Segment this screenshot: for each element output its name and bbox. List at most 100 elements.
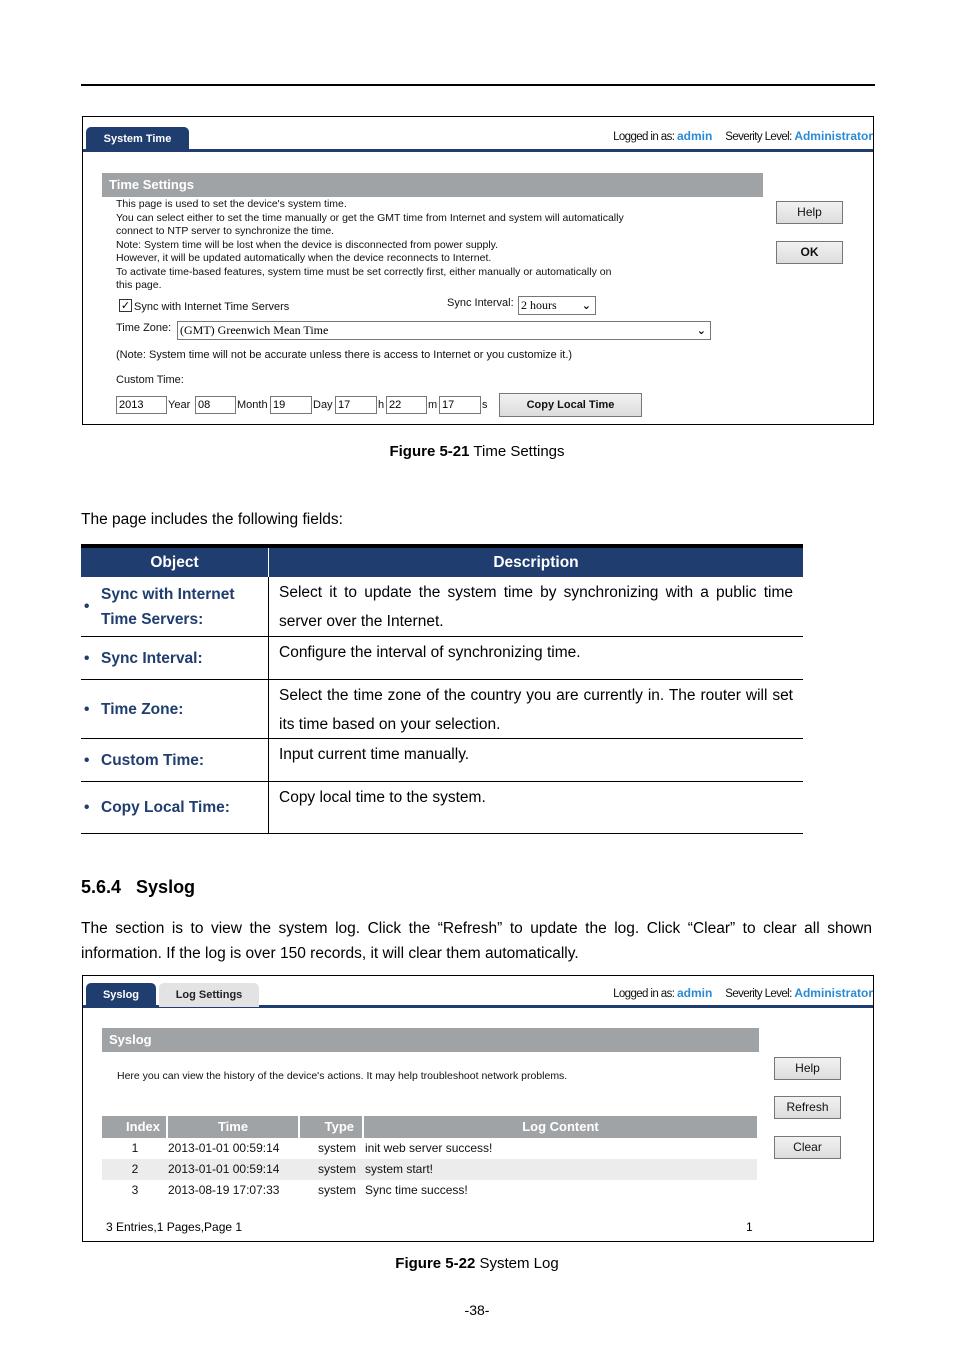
severity-label: Severity Level:	[725, 131, 792, 143]
object-label: Sync Interval:	[101, 649, 203, 667]
section-heading: 5.6.4 Syslog	[81, 877, 196, 897]
intro-line: this page.	[116, 279, 162, 291]
bullet-icon: •	[84, 598, 90, 615]
syslog-intro: Here you can view the history of the dev…	[117, 1070, 568, 1082]
chevron-down-icon: ⌄	[696, 324, 706, 337]
log-time: 2013-01-01 00:59:14	[168, 1141, 280, 1155]
object-label: Copy Local Time:	[101, 799, 230, 816]
object-cell: • Sync Interval:	[81, 637, 269, 679]
intro-line: connect to NTP server to synchronize the…	[116, 225, 335, 237]
description-cell: Configure the interval of synchronizing …	[279, 644, 581, 661]
fields-intro: The page includes the following fields:	[81, 511, 343, 528]
object-label: Custom Time:	[101, 751, 205, 769]
intro-line: This page is used to set the device's sy…	[116, 198, 347, 210]
logged-in-user: admin	[676, 986, 713, 1000]
figure-caption: Figure 5-21 Time Settings	[0, 443, 954, 460]
description-cell: Copy local time to the system.	[279, 789, 486, 806]
intro-line: You can select either to set the time ma…	[116, 211, 624, 224]
table-row: • Time Zone: Select the time zone of the …	[81, 680, 803, 739]
sync-checkbox-label: Sync with Internet Time Servers	[134, 301, 290, 313]
bullet-icon: •	[84, 649, 90, 667]
table-row: • Custom Time: Input current time manuall…	[81, 739, 803, 782]
intro-line: However, it will be updated automaticall…	[116, 252, 492, 264]
table-row: • Sync with Internet Time Servers: Select…	[81, 577, 803, 637]
bullet-icon: •	[84, 751, 90, 769]
log-content: system start!	[365, 1162, 434, 1176]
year-label: Year	[168, 399, 191, 411]
time-zone-label: Time Zone:	[116, 322, 172, 334]
log-row: 1 2013-01-01 00:59:14 system init web se…	[102, 1138, 757, 1159]
table-row: • Copy Local Time: Copy local time to the…	[81, 782, 803, 834]
header-time: Time	[168, 1116, 300, 1138]
time-zone-value: (GMT) Greenwich Mean Time	[180, 323, 329, 337]
log-index: 1	[131, 1141, 139, 1155]
log-index: 3	[131, 1183, 139, 1197]
object-cell: • Custom Time:	[81, 739, 269, 781]
minute-label: m	[428, 399, 438, 411]
login-info: Logged in as: admin Severity Level: Admi…	[613, 129, 873, 143]
section-title: Time Settings	[102, 173, 763, 197]
sync-interval-value: 2 hours	[521, 298, 557, 312]
tab-system-time[interactable]: System Time	[86, 127, 189, 151]
section-paragraph: The section is to view the system log. C…	[81, 920, 872, 962]
header-index: Index	[102, 1116, 168, 1138]
object-label: Sync with Internet Time Servers:	[101, 585, 235, 628]
month-input[interactable]: 08	[195, 396, 236, 414]
log-row: 2 2013-01-01 00:59:14 system system star…	[102, 1159, 757, 1180]
day-input[interactable]: 19	[270, 396, 312, 414]
figure-number: Figure 5-21	[389, 443, 470, 460]
log-summary: 3 Entries,1 Pages,Page 1	[106, 1220, 243, 1234]
description-cell: Select it to update the system time by s…	[279, 584, 793, 630]
hour-input[interactable]: 17	[335, 396, 377, 414]
second-label: s	[482, 399, 488, 411]
syslog-panel: Syslog Log Settings Logged in as: admin …	[82, 975, 874, 1242]
figure-title: System Log	[475, 1255, 559, 1272]
object-cell: • Copy Local Time:	[81, 782, 269, 833]
header-description: Description	[493, 554, 579, 571]
month-label: Month	[237, 399, 268, 411]
sync-checkbox[interactable]: ✓	[119, 299, 132, 312]
severity-value: Administrator	[794, 129, 873, 143]
copy-local-time-button[interactable]: Copy Local Time	[499, 393, 642, 417]
page-link[interactable]: 1	[746, 1220, 753, 1234]
log-content: init web server success!	[365, 1141, 493, 1155]
day-label: Day	[313, 399, 333, 411]
time-zone-select[interactable]: (GMT) Greenwich Mean Time ⌄	[177, 321, 711, 340]
log-row: 3 2013-08-19 17:07:33 system Sync time s…	[102, 1180, 757, 1201]
severity-label: Severity Level:	[725, 988, 792, 1000]
page-number: -38-	[464, 1302, 490, 1318]
description-cell: Select the time zone of the country you …	[279, 687, 793, 733]
second-input[interactable]: 17	[439, 396, 481, 414]
logged-in-label: Logged in as:	[613, 131, 675, 143]
time-settings-panel: System Time Logged in as: admin Severity…	[82, 116, 874, 425]
table-row: • Sync Interval: Configure the interval o…	[81, 637, 803, 680]
tab-bar: System Time Logged in as: admin Severity…	[83, 117, 873, 152]
help-button[interactable]: Help	[776, 201, 843, 224]
log-content: Sync time success!	[365, 1183, 468, 1197]
clear-button[interactable]: Clear	[774, 1136, 841, 1159]
minute-input[interactable]: 22	[386, 396, 427, 414]
log-type: system	[317, 1141, 356, 1155]
log-table-header: Index Time Type Log Content	[102, 1116, 757, 1138]
tab-syslog[interactable]: Syslog	[86, 983, 156, 1007]
sync-interval-select[interactable]: 2 hours ⌄	[518, 296, 596, 315]
figure-caption: Figure 5-22 System Log	[0, 1255, 954, 1272]
hour-label: h	[378, 399, 385, 411]
object-cell: • Sync with Internet Time Servers:	[81, 577, 269, 636]
object-cell: • Time Zone:	[81, 680, 269, 738]
tab-log-settings[interactable]: Log Settings	[159, 983, 259, 1007]
intro-text: This page is used to set the device's sy…	[116, 198, 716, 293]
custom-time-label: Custom Time:	[116, 374, 184, 386]
section-title: Syslog	[102, 1028, 759, 1052]
year-input[interactable]: 2013	[116, 396, 167, 414]
header-log-content: Log Content	[522, 1119, 599, 1134]
header-type: Type	[300, 1116, 364, 1138]
help-button[interactable]: Help	[774, 1057, 841, 1080]
log-time: 2013-08-19 17:07:33	[168, 1183, 280, 1197]
refresh-button[interactable]: Refresh	[774, 1096, 841, 1119]
bullet-icon: •	[84, 700, 90, 718]
ok-button[interactable]: OK	[776, 241, 843, 264]
tab-bar: Syslog Log Settings Logged in as: admin …	[83, 976, 873, 1008]
log-time: 2013-01-01 00:59:14	[168, 1162, 280, 1176]
figure-title: Time Settings	[469, 443, 565, 460]
